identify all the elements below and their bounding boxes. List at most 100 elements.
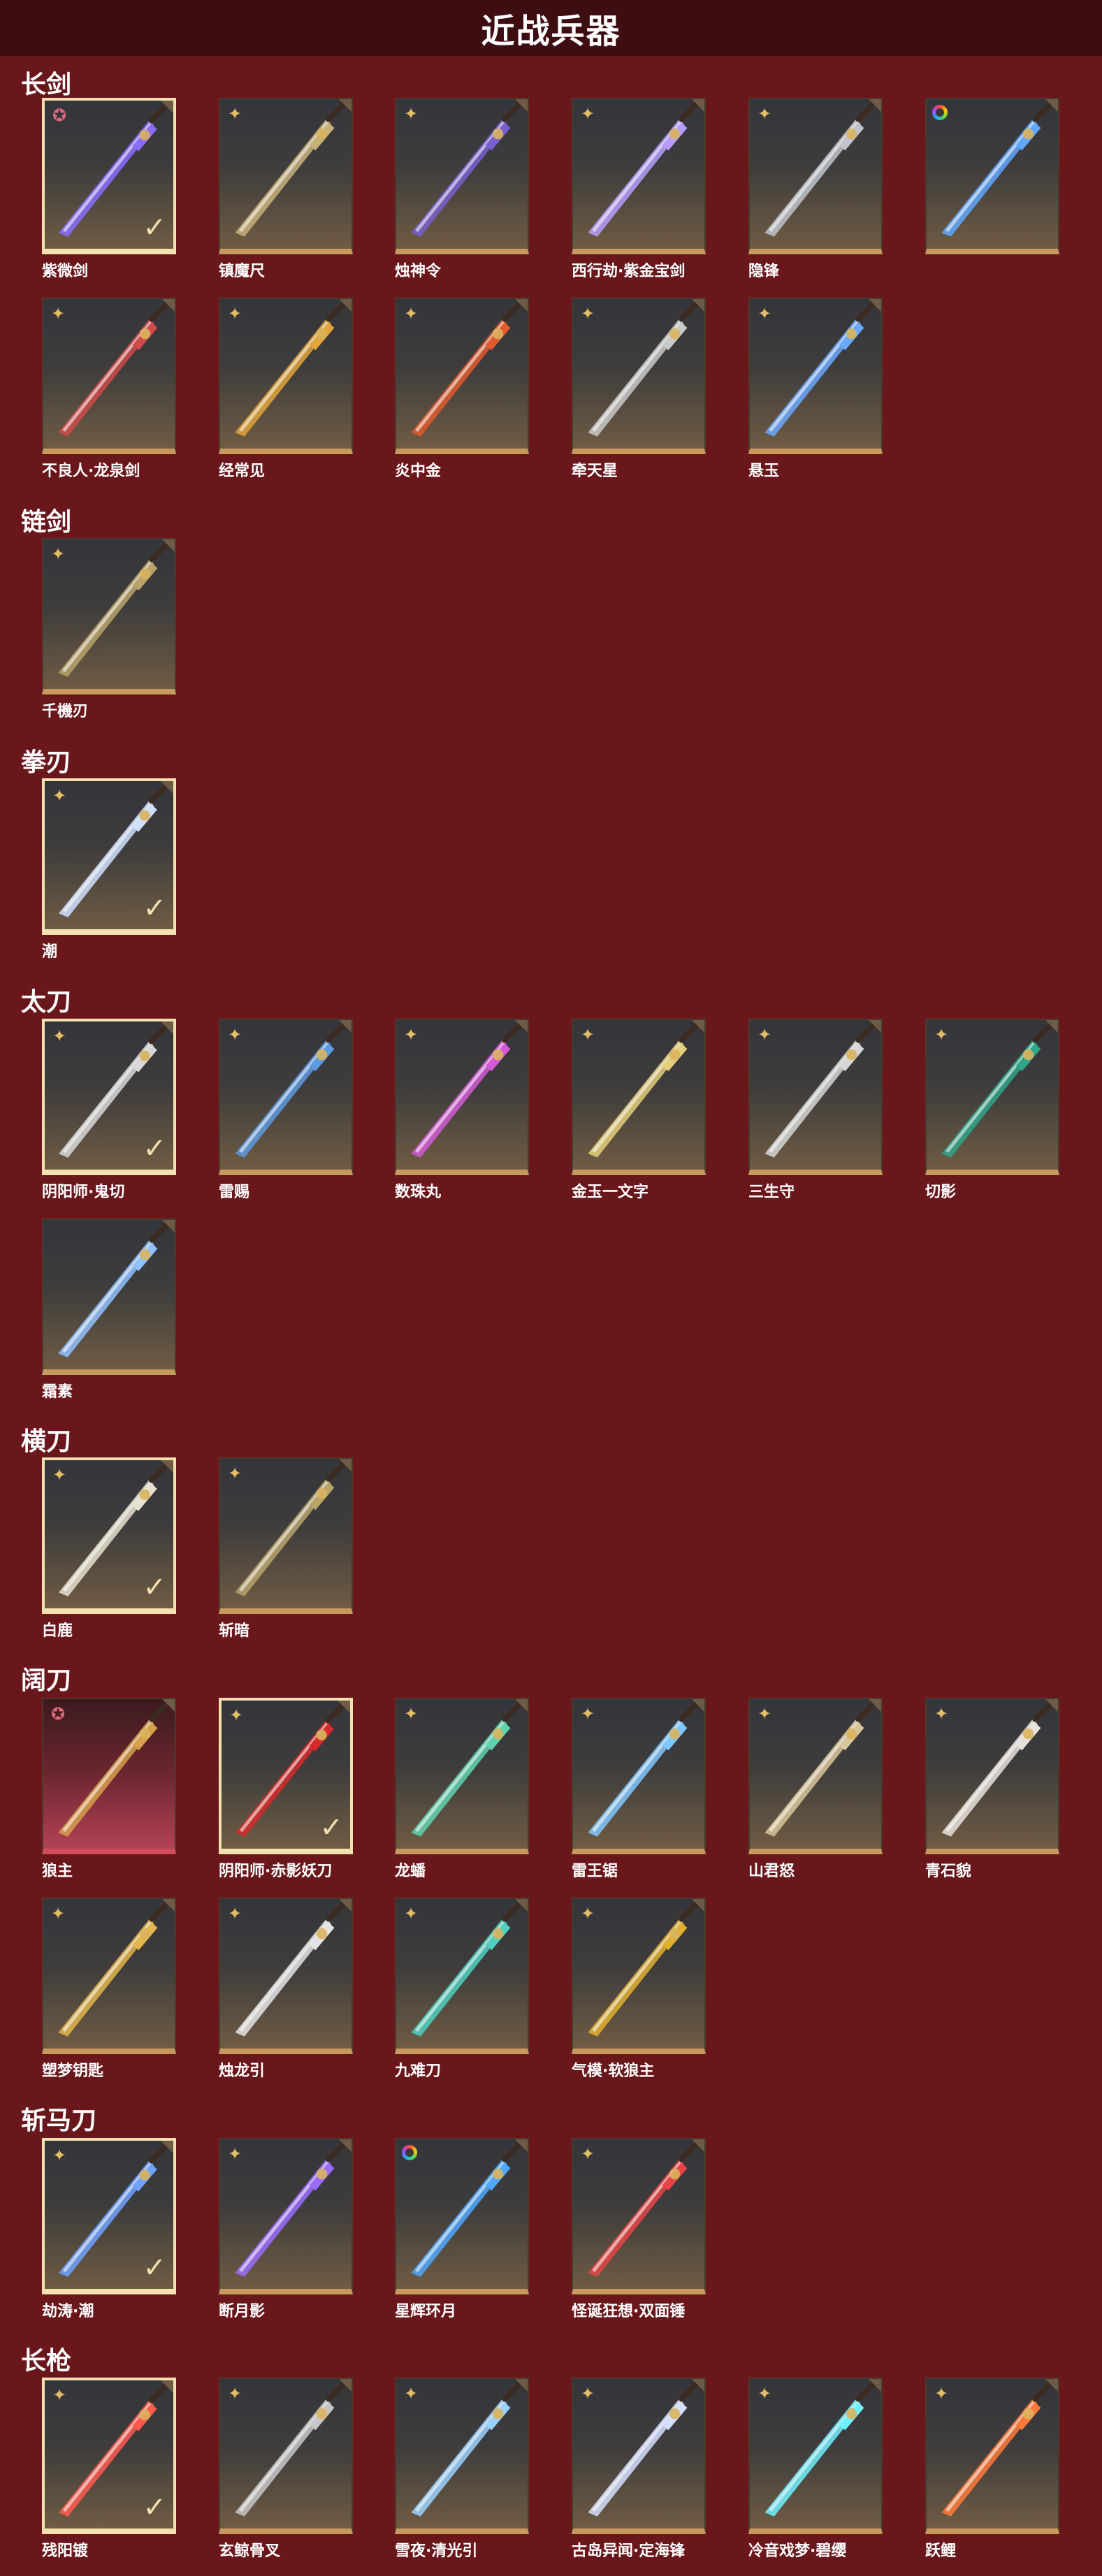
weapon-tile[interactable]: ✦ xyxy=(572,2378,706,2534)
weapon-card[interactable]: ✦ 数珠丸 xyxy=(395,1019,529,1202)
weapon-tile[interactable]: ✦ xyxy=(925,2378,1059,2534)
star-icon: ✪ xyxy=(50,1704,66,1724)
weapon-card[interactable]: ✦ 镇魔尺 xyxy=(219,98,353,281)
weapon-tile[interactable]: ✦ ✓ xyxy=(42,778,176,935)
weapon-tile[interactable]: ✦ xyxy=(748,1019,883,1175)
weapon-tile[interactable]: ✦ xyxy=(219,2378,353,2534)
weapon-tile[interactable]: ✦ xyxy=(395,1898,529,2054)
weapon-art xyxy=(58,1223,168,1358)
weapon-tile[interactable]: ✦ ✓ xyxy=(42,1457,176,1614)
owned-check-icon: ✓ xyxy=(143,2252,166,2284)
weapon-card[interactable]: ✦ 不良人·龙泉剑 xyxy=(42,298,176,481)
weapon-card[interactable]: ✦ 跃鲤 xyxy=(925,2378,1059,2561)
weapon-tile[interactable]: ✦ ✓ xyxy=(42,1019,176,1175)
weapon-card[interactable]: ✦ 西行劫·紫金宝剑 xyxy=(572,98,706,281)
weapon-card[interactable]: ✦ 雷王锯 xyxy=(572,1698,706,1881)
weapon-card[interactable]: ✦ 玄鲸骨叉 xyxy=(219,2378,353,2561)
weapon-tile[interactable]: ✦ xyxy=(572,298,706,454)
weapon-card[interactable]: ✦ 雷赐 xyxy=(219,1019,353,1202)
shuriken-icon: ✦ xyxy=(403,1025,419,1045)
weapon-tile[interactable]: ✦ xyxy=(395,2378,529,2534)
weapon-card[interactable]: ✦ 切影 xyxy=(925,1019,1059,1202)
weapon-tile[interactable]: ✦ xyxy=(219,298,353,454)
weapon-tile[interactable]: ✦ xyxy=(395,98,529,254)
weapon-tile[interactable]: ✦ ✓ xyxy=(42,2138,176,2294)
weapon-tile[interactable]: ✦ xyxy=(395,1698,529,1854)
weapon-tile[interactable]: ✦ xyxy=(572,2138,706,2294)
weapon-card[interactable]: ✦ 隐锋 xyxy=(748,98,883,281)
corner-fold-icon xyxy=(162,1220,175,1232)
weapon-card[interactable]: ✦ 三生守 xyxy=(748,1019,883,1202)
weapon-card[interactable]: ✦ ✓ 阴阳师·赤影妖刀 xyxy=(219,1698,353,1881)
weapon-card[interactable]: ✦ 怪诞狂想·双面锤 xyxy=(572,2138,706,2321)
weapon-card[interactable]: ✦ ✓ 潮 xyxy=(42,778,176,961)
weapon-tile[interactable]: ✦ xyxy=(42,1898,176,2054)
weapon-card[interactable]: 霜素 xyxy=(42,1218,176,1402)
weapon-tile[interactable]: ✦ xyxy=(572,98,706,254)
weapon-tile[interactable]: ✪ ✓ xyxy=(42,98,176,254)
weapon-tile[interactable]: ✦ xyxy=(219,2138,353,2294)
weapon-card[interactable]: ✦ 塑梦钥匙 xyxy=(42,1898,176,2081)
weapon-card[interactable]: ✦ 炎中金 xyxy=(395,298,529,481)
weapon-tile[interactable]: ✦ xyxy=(748,1698,883,1854)
weapon-card[interactable]: ✦ ✓ 白鹿 xyxy=(42,1457,176,1640)
weapon-name: 劫涛·潮 xyxy=(42,2303,94,2320)
weapon-tile[interactable]: ✦ xyxy=(748,2378,883,2534)
weapon-name: 悬玉 xyxy=(748,463,780,480)
weapon-card[interactable]: 星辉环月 xyxy=(395,2138,529,2321)
weapon-card[interactable]: ✦ 悬玉 xyxy=(748,298,883,481)
shuriken-icon: ✦ xyxy=(580,1025,595,1045)
weapon-tile[interactable]: ✪ xyxy=(42,1698,176,1854)
weapon-tile[interactable]: ✦ xyxy=(219,1019,353,1175)
corner-fold-icon xyxy=(692,2139,704,2152)
corner-fold-icon xyxy=(692,299,704,312)
weapon-card[interactable]: ✦ 千機刃 xyxy=(42,538,176,721)
weapon-card[interactable]: ✦ 龙蟠 xyxy=(395,1698,529,1881)
weapon-name: 玄鲸骨叉 xyxy=(219,2542,281,2560)
weapon-tile[interactable] xyxy=(395,2138,529,2294)
weapon-card[interactable]: ✦ 山君怒 xyxy=(748,1698,883,1881)
weapon-card[interactable]: ✦ 经常见 xyxy=(219,298,353,481)
weapon-card[interactable]: ✦ 九难刀 xyxy=(395,1898,529,2081)
weapon-card[interactable]: ✦ 古岛异闻·定海锋 xyxy=(572,2378,706,2561)
weapon-tile[interactable]: ✦ ✓ xyxy=(42,2378,176,2534)
weapon-tile[interactable]: ✦ xyxy=(748,98,883,254)
weapon-tile[interactable]: ✦ xyxy=(572,1019,706,1175)
weapon-tile[interactable]: ✦ xyxy=(925,1698,1059,1854)
weapon-card[interactable]: ✪ 狼主 xyxy=(42,1698,176,1881)
weapon-tile[interactable]: ✦ xyxy=(395,1019,529,1175)
weapon-tile[interactable]: ✦ xyxy=(219,98,353,254)
weapon-tile[interactable]: ✦ xyxy=(42,298,176,454)
weapon-card[interactable]: ✦ 烛龙引 xyxy=(219,1898,353,2081)
weapon-card[interactable]: ✦ 烛神令 xyxy=(395,98,529,281)
weapon-card[interactable]: ✦ 气模·软狼主 xyxy=(572,1898,706,2081)
section-title: 长枪 xyxy=(21,2347,72,2375)
weapon-tile[interactable]: ✦ xyxy=(572,1698,706,1854)
weapon-card[interactable]: ✪ ✓ 紫微剑 xyxy=(42,98,176,281)
weapon-tile[interactable]: ✦ xyxy=(748,298,883,454)
weapon-card[interactable]: ✦ 冷音戏梦·碧缨 xyxy=(748,2378,883,2561)
weapon-tile[interactable] xyxy=(42,1218,176,1375)
weapon-card[interactable]: ✦ 牵天星 xyxy=(572,298,706,481)
shuriken-icon: ✦ xyxy=(403,304,419,323)
weapon-tile[interactable] xyxy=(925,98,1059,254)
weapon-tile[interactable]: ✦ xyxy=(219,1457,353,1614)
weapon-card[interactable]: ✦ 断月影 xyxy=(219,2138,353,2321)
weapon-card[interactable]: ✦ ✓ 阴阳师·鬼切 xyxy=(42,1019,176,1202)
weapon-card[interactable]: ✦ 金玉一文字 xyxy=(572,1019,706,1202)
weapon-card[interactable]: ✦ ✓ 残阳镀 xyxy=(42,2378,176,2561)
weapon-tile[interactable]: ✦ xyxy=(925,1019,1059,1175)
weapon-card[interactable]: ✦ ✓ 劫涛·潮 xyxy=(42,2138,176,2321)
shuriken-icon: ✦ xyxy=(403,1904,419,1923)
weapon-tile[interactable]: ✦ xyxy=(42,538,176,694)
weapon-card[interactable]: ✦ 斩暗 xyxy=(219,1457,353,1640)
weapon-card[interactable]: ✦ 青石貌 xyxy=(925,1698,1059,1881)
weapon-tile[interactable]: ✦ ✓ xyxy=(219,1698,353,1854)
shuriken-icon: ✦ xyxy=(580,1704,595,1724)
corner-fold-icon xyxy=(161,101,173,113)
weapon-tile[interactable]: ✦ xyxy=(395,298,529,454)
weapon-card[interactable]: ✦ 雪夜·清光引 xyxy=(395,2378,529,2561)
weapon-tile[interactable]: ✦ xyxy=(572,1898,706,2054)
weapon-tile[interactable]: ✦ xyxy=(219,1898,353,2054)
weapon-card[interactable] xyxy=(925,98,1059,259)
